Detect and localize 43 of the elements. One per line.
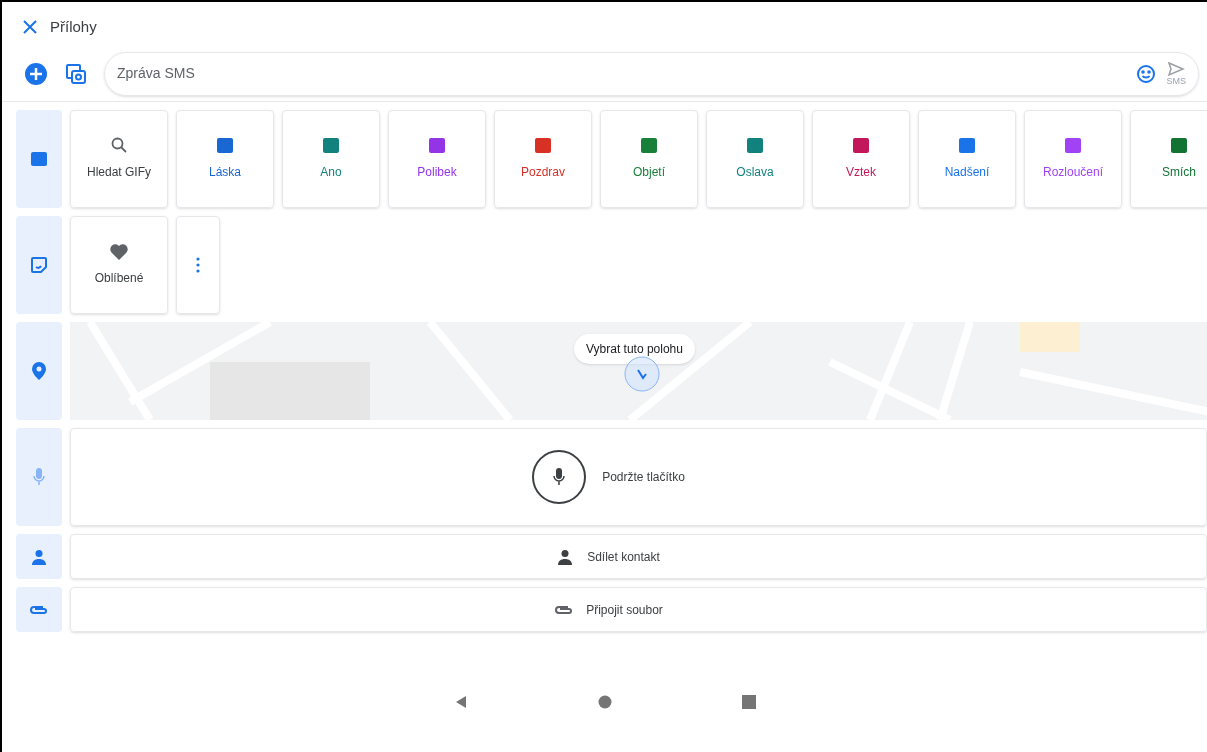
close-icon[interactable] bbox=[22, 19, 38, 35]
hold-button-hint: Podržte tlačítko bbox=[602, 469, 685, 486]
search-icon bbox=[111, 137, 127, 153]
share-contact-button[interactable]: Sdílet kontakt bbox=[70, 534, 1207, 579]
record-button[interactable] bbox=[532, 450, 587, 504]
home-icon[interactable] bbox=[597, 695, 612, 709]
attach-file-button[interactable]: Připojit soubor bbox=[70, 587, 1207, 632]
gif-icon bbox=[31, 152, 47, 166]
paperclip-icon bbox=[554, 603, 575, 616]
gif-category-card[interactable]: Nadšení bbox=[918, 110, 1016, 208]
gif-category-card[interactable]: Láska bbox=[176, 110, 274, 208]
more-icon[interactable] bbox=[196, 257, 200, 273]
map-placeholder[interactable]: Vybrat tuto polohu bbox=[70, 322, 1207, 420]
favorites-card[interactable]: Oblíbené bbox=[70, 216, 168, 314]
attach-tab[interactable] bbox=[16, 587, 62, 632]
person-icon bbox=[557, 548, 574, 565]
contact-tab[interactable] bbox=[16, 534, 62, 579]
gif-category-card[interactable]: Pozdrav bbox=[494, 110, 592, 208]
location-pin-icon bbox=[32, 362, 46, 380]
paperclip-icon bbox=[29, 603, 49, 616]
gallery-camera-icon[interactable] bbox=[64, 61, 88, 86]
sticker-icon bbox=[30, 256, 48, 274]
recents-icon[interactable] bbox=[741, 695, 756, 709]
gif-category-card[interactable]: Rozloučení bbox=[1024, 110, 1122, 208]
pick-location-button[interactable]: Vybrat tuto polohu bbox=[574, 334, 695, 364]
gif-category-card[interactable]: Objetí bbox=[600, 110, 698, 208]
gif-category-card[interactable]: Oslava bbox=[706, 110, 804, 208]
gif-tab[interactable] bbox=[16, 110, 62, 208]
sticker-tab[interactable] bbox=[16, 216, 62, 314]
emoji-icon[interactable] bbox=[1136, 63, 1157, 84]
heart-icon bbox=[109, 243, 129, 261]
microphone-icon bbox=[33, 468, 45, 486]
gif-category-card[interactable]: Ano bbox=[282, 110, 380, 208]
add-icon[interactable] bbox=[24, 61, 48, 86]
person-icon bbox=[31, 548, 47, 565]
header-title: Přílohy bbox=[50, 16, 97, 37]
gif-category-card[interactable]: Vztek bbox=[812, 110, 910, 208]
location-tab[interactable] bbox=[16, 322, 62, 420]
microphone-icon bbox=[553, 468, 566, 486]
gif-category-card[interactable]: Polibek bbox=[388, 110, 486, 208]
gif-category-card[interactable]: Smích bbox=[1130, 110, 1207, 208]
gif-search-card[interactable]: Hledat GIFy bbox=[70, 110, 168, 208]
send-icon bbox=[1167, 61, 1186, 77]
